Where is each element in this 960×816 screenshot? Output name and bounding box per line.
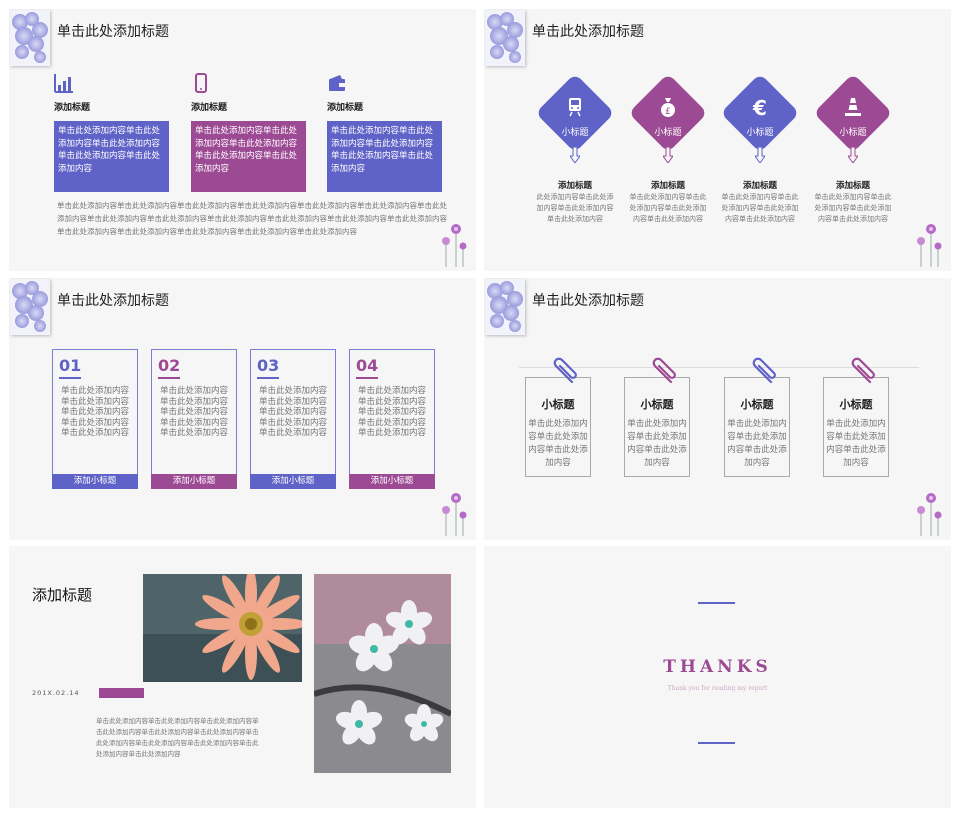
card-number: 02 xyxy=(158,356,181,375)
paperclip-icon xyxy=(553,357,577,384)
column-text-box[interactable]: 单击此处添加内容单击此处添加内容单击此处添加内容单击此处添加内容单击此处添加内容 xyxy=(327,121,442,192)
slide-title[interactable]: 单击此处添加标题 xyxy=(532,290,644,310)
card-text[interactable]: 单击此处添加内容单击此处添加内容单击此处添加内容 xyxy=(727,418,787,470)
column-label: 添加标题 xyxy=(327,103,364,113)
card-subtitle-bar[interactable]: 添加小标题 xyxy=(250,474,336,489)
card-number: 04 xyxy=(356,356,379,375)
numbered-card: 02 单击此处添加内容单击此处添加内容单击此处添加内容单击此处添加内容单击此处添… xyxy=(151,349,237,489)
arrow-down-icon xyxy=(848,147,858,163)
traffic-cone-icon xyxy=(845,98,861,116)
date-label: 201X.02.14 xyxy=(32,689,80,697)
flower-decoration-icon xyxy=(442,493,467,536)
item-description[interactable]: 单击此处添加内容单击此处添加内容单击此处添加内容单击此处添加内容 xyxy=(813,192,893,225)
paperclip-icon xyxy=(851,357,875,384)
number-underline xyxy=(356,377,378,379)
inner-label: 小标题 xyxy=(561,128,589,138)
inner-label: 小标题 xyxy=(839,128,867,138)
item-description[interactable]: 单击此处添加内容单击此处添加内容单击此处添加内容单击此处添加内容 xyxy=(720,192,800,225)
hydrangea-image xyxy=(10,279,50,335)
note-card: 小标题 单击此处添加内容单击此处添加内容单击此处添加内容 xyxy=(624,377,690,477)
item-label: 添加标题 xyxy=(650,181,685,191)
body-paragraph[interactable]: 单击此处添加内容单击此处添加内容单击此处添加内容单击此处添加内容单击此处添加内容… xyxy=(57,199,447,238)
item-label: 添加标题 xyxy=(557,181,592,191)
inner-label: 小标题 xyxy=(654,128,682,138)
card-text[interactable]: 单击此处添加内容单击此处添加内容单击此处添加内容单击此处添加内容单击此处添加内容 xyxy=(61,386,131,439)
feature-column: 添加标题 单击此处添加内容单击此处添加内容单击此处添加内容单击此处添加内容单击此… xyxy=(327,73,442,192)
flower-decoration-icon xyxy=(442,224,467,267)
feature-column: 添加标题 单击此处添加内容单击此处添加内容单击此处添加内容单击此处添加内容单击此… xyxy=(54,73,169,192)
slide-3[interactable]: 单击此处添加标题 01 单击此处添加内容单击此处添加内容单击此处添加内容单击此处… xyxy=(9,278,476,540)
slide-title[interactable]: 单击此处添加标题 xyxy=(57,21,169,41)
paperclip-icon xyxy=(752,357,776,384)
numbered-card: 01 单击此处添加内容单击此处添加内容单击此处添加内容单击此处添加内容单击此处添… xyxy=(52,349,138,489)
top-accent-line xyxy=(698,602,735,604)
euro-icon: € xyxy=(752,96,767,120)
arrow-down-icon xyxy=(663,147,673,163)
slide-5[interactable]: 添加标题 201X.02.14 单击此处添加内容单击此处添加内容单击此处添加内容… xyxy=(9,546,476,808)
arrow-down-icon xyxy=(570,147,580,163)
arrow-down-icon xyxy=(755,147,765,163)
note-card: 小标题 单击此处添加内容单击此处添加内容单击此处添加内容 xyxy=(823,377,889,477)
hydrangea-image xyxy=(485,279,525,335)
card-title[interactable]: 小标题 xyxy=(526,396,590,412)
card-subtitle-bar[interactable]: 添加小标题 xyxy=(52,474,138,489)
note-card: 小标题 单击此处添加内容单击此处添加内容单击此处添加内容 xyxy=(724,377,790,477)
slide-2[interactable]: 单击此处添加标题 小标题 添加标题 此处添加内容单击此处添加内容单击此处添加内容… xyxy=(484,9,951,271)
card-title[interactable]: 小标题 xyxy=(625,396,689,412)
bottom-accent-line xyxy=(698,742,735,744)
blossom-photo xyxy=(314,574,451,773)
thanks-title[interactable]: THANKS xyxy=(484,657,951,677)
train-icon xyxy=(569,98,581,117)
number-underline xyxy=(59,377,81,379)
svg-text:£: £ xyxy=(665,107,671,117)
card-number: 01 xyxy=(59,356,82,375)
flower-decoration-icon xyxy=(917,224,942,267)
number-underline xyxy=(158,377,180,379)
feature-column: 添加标题 单击此处添加内容单击此处添加内容单击此处添加内容单击此处添加内容单击此… xyxy=(191,73,306,192)
hydrangea-image xyxy=(10,10,50,66)
card-title[interactable]: 小标题 xyxy=(824,396,888,412)
money-bag-icon: £ xyxy=(661,98,675,117)
card-text[interactable]: 单击此处添加内容单击此处添加内容单击此处添加内容 xyxy=(826,418,886,470)
wallet-icon xyxy=(329,75,345,91)
card-text[interactable]: 单击此处添加内容单击此处添加内容单击此处添加内容单击此处添加内容单击此处添加内容 xyxy=(259,386,329,439)
slide-4[interactable]: 单击此处添加标题 小标题 单击此处添加内容单击此处添加内容单击此处添加内容 小标… xyxy=(484,278,951,540)
item-label: 添加标题 xyxy=(835,181,870,191)
column-text-box[interactable]: 单击此处添加内容单击此处添加内容单击此处添加内容单击此处添加内容单击此处添加内容 xyxy=(54,121,169,192)
mobile-phone-icon xyxy=(195,73,207,93)
hydrangea-image xyxy=(485,10,525,66)
flower-decoration-icon xyxy=(917,493,942,536)
accent-bar xyxy=(99,688,144,698)
numbered-card: 03 单击此处添加内容单击此处添加内容单击此处添加内容单击此处添加内容单击此处添… xyxy=(250,349,336,489)
slide-6[interactable]: THANKS Thank you for reading my report xyxy=(484,546,951,808)
slide-title[interactable]: 添加标题 xyxy=(32,584,92,605)
item-description[interactable]: 单击此处添加内容单击此处添加内容单击此处添加内容单击此处添加内容 xyxy=(628,192,708,225)
item-description[interactable]: 此处添加内容单击此处添加内容单击此处添加内容单击此处添加内容 xyxy=(535,192,615,225)
body-paragraph[interactable]: 单击此处添加内容单击此处添加内容单击此处添加内容单击此处添加内容单击此处添加内容… xyxy=(96,716,261,760)
inner-label: 小标题 xyxy=(746,128,774,138)
card-text[interactable]: 单击此处添加内容单击此处添加内容单击此处添加内容单击此处添加内容单击此处添加内容 xyxy=(358,386,428,439)
card-title[interactable]: 小标题 xyxy=(725,396,789,412)
slide-title[interactable]: 单击此处添加标题 xyxy=(532,21,644,41)
paperclip-icon xyxy=(652,357,676,384)
card-subtitle-bar[interactable]: 添加小标题 xyxy=(151,474,237,489)
number-underline xyxy=(257,377,279,379)
card-number: 03 xyxy=(257,356,280,375)
card-text[interactable]: 单击此处添加内容单击此处添加内容单击此处添加内容 xyxy=(627,418,687,470)
card-text[interactable]: 单击此处添加内容单击此处添加内容单击此处添加内容单击此处添加内容单击此处添加内容 xyxy=(160,386,230,439)
slide-title[interactable]: 单击此处添加标题 xyxy=(57,290,169,310)
column-label: 添加标题 xyxy=(54,103,91,113)
bar-chart-icon xyxy=(54,74,73,93)
card-subtitle-bar[interactable]: 添加小标题 xyxy=(349,474,435,489)
column-label: 添加标题 xyxy=(191,103,228,113)
note-card: 小标题 单击此处添加内容单击此处添加内容单击此处添加内容 xyxy=(525,377,591,477)
card-text[interactable]: 单击此处添加内容单击此处添加内容单击此处添加内容 xyxy=(528,418,588,470)
numbered-card: 04 单击此处添加内容单击此处添加内容单击此处添加内容单击此处添加内容单击此处添… xyxy=(349,349,435,489)
daisy-photo xyxy=(143,574,302,682)
column-text-box[interactable]: 单击此处添加内容单击此处添加内容单击此处添加内容单击此处添加内容单击此处添加内容 xyxy=(191,121,306,192)
item-label: 添加标题 xyxy=(742,181,777,191)
thanks-subtitle[interactable]: Thank you for reading my report xyxy=(484,685,951,692)
svg-text:€: € xyxy=(752,96,767,119)
slide-1[interactable]: 单击此处添加标题 添加标题 单击此处添加内容单击此处添加内容单击此处添加内容单击… xyxy=(9,9,476,271)
